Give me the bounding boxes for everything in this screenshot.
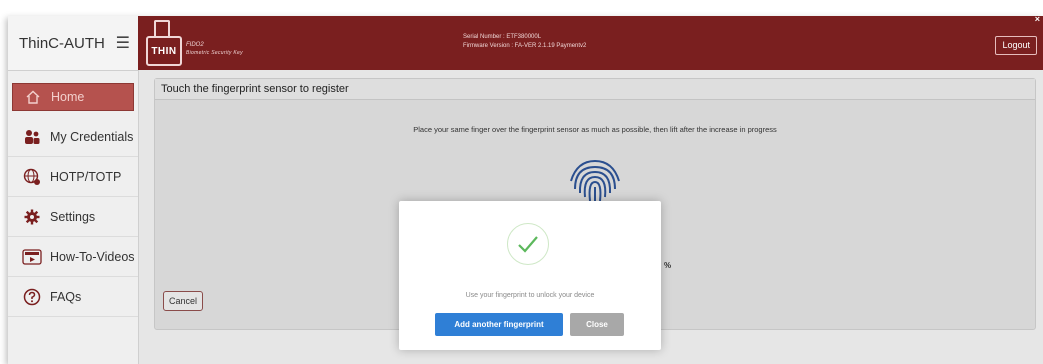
sidebar-item-how-to-videos[interactable]: How-To-Videos [8,237,138,277]
sidebar: ThinC-AUTH ☰ Home My Credentials HOTP/TO… [8,16,139,364]
sidebar-header: ThinC-AUTH ☰ [8,16,138,71]
instruction-text: Place your same finger over the fingerpr… [413,125,777,134]
close-window-icon[interactable]: × [1035,16,1040,24]
sidebar-item-settings[interactable]: Settings [8,197,138,237]
sidebar-item-faqs[interactable]: FAQs [8,277,138,317]
logo-subtitle-fido: FIDO2 [186,42,204,48]
success-dialog: Use your fingerprint to unlock your devi… [399,201,661,350]
question-icon [22,287,42,307]
sidebar-item-label: My Credentials [50,129,134,144]
add-another-fingerprint-button[interactable]: Add another fingerprint [435,313,563,336]
video-icon [22,247,42,267]
logo-subtitle-key: Biometric Security Key [186,50,243,56]
logout-button[interactable]: Logout [995,36,1037,55]
panel-title: Touch the fingerprint sensor to register [155,79,1035,100]
sidebar-item-label: FAQs [50,289,82,304]
app-name: ThinC-AUTH [19,34,105,52]
sidebar-item-label: Settings [50,209,96,224]
device-info: Serial Number : ETF380000L Firmware Vers… [463,33,586,51]
cancel-button[interactable]: Cancel [163,291,204,311]
usb-key-icon [154,20,170,36]
sidebar-item-label: HOTP/TOTP [50,169,122,184]
users-icon [22,127,42,147]
home-icon [23,87,43,107]
logo-text: THIN [146,36,182,66]
serial-number: Serial Number : ETF380000L [463,34,542,40]
firmware-version: Firmware Version : FA-VER 2.1.19 Payment… [463,43,587,49]
check-icon [507,223,549,265]
gear-icon [22,207,42,227]
dialog-message: Use your fingerprint to unlock your devi… [465,292,595,299]
sidebar-item-label: Home [51,90,85,104]
sidebar-item-label: How-To-Videos [50,249,135,264]
close-button[interactable]: Close [570,313,624,336]
sidebar-item-home[interactable]: Home [12,83,134,111]
progress-percent: % [664,261,672,270]
sidebar-nav: Home My Credentials HOTP/TOTP Settings H… [8,83,138,317]
app-window: ThinC-AUTH ☰ Home My Credentials HOTP/TO… [8,16,1043,364]
sidebar-item-my-credentials[interactable]: My Credentials [8,117,138,157]
thin-logo: THIN FIDO2 Biometric Security Key [146,20,266,66]
sidebar-item-hotp-totp[interactable]: HOTP/TOTP [8,157,138,197]
top-header: THIN FIDO2 Biometric Security Key Serial… [138,16,1043,70]
menu-toggle-icon[interactable]: ☰ [116,33,130,53]
globe-icon [22,167,42,187]
